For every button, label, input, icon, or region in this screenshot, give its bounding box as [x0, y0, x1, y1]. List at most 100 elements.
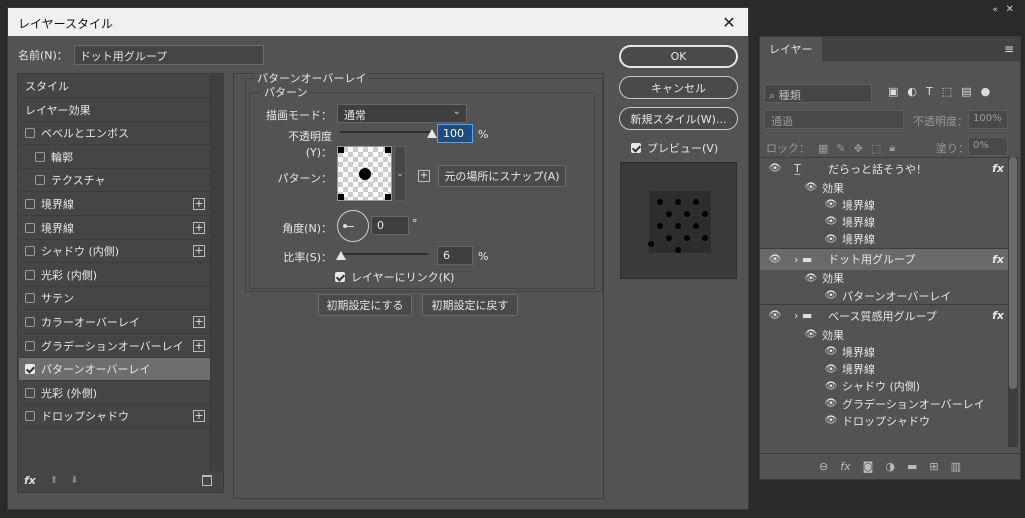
effect-row[interactable]: 👁︎ 境界線	[760, 231, 1008, 248]
scale-slider-thumb[interactable]	[335, 251, 346, 260]
style-item[interactable]: レイヤー効果	[19, 99, 211, 122]
lock-position-icon[interactable]: ✥	[854, 142, 863, 155]
style-item[interactable]: テクスチャ	[19, 169, 211, 193]
move-up-icon[interactable]: ⬆	[50, 475, 58, 486]
effect-row[interactable]: 👁︎ 境界線	[760, 343, 1008, 360]
smart-object-filter-icon[interactable]: ▤	[961, 85, 971, 98]
lock-image-icon[interactable]: ✎	[836, 142, 845, 155]
opacity-input[interactable]: 100	[437, 124, 473, 143]
layer-row[interactable]: 👁︎ › ▬ ドット用グループ fx	[760, 247, 1008, 270]
style-item[interactable]: 光彩 (内側)	[19, 264, 211, 287]
panel-close-icon[interactable]: ✕	[1006, 4, 1014, 15]
adjustment-icon[interactable]: ◑	[885, 460, 895, 473]
name-field[interactable]: ドット用グループ	[73, 45, 264, 65]
scale-slider-track[interactable]	[340, 253, 428, 255]
eye-icon[interactable]: 👁︎	[824, 199, 838, 210]
pattern-picker-chevron-icon[interactable]: ⌄	[394, 146, 406, 201]
effect-row[interactable]: 👁︎ 効果	[760, 270, 1008, 287]
style-item[interactable]: ドロップシャドウ +	[19, 405, 211, 429]
style-item[interactable]: シャドウ (内側) +	[19, 240, 211, 264]
adjustment-filter-icon[interactable]: ◐	[907, 85, 917, 98]
tab-layers[interactable]: レイヤー	[760, 37, 822, 61]
style-item[interactable]: 輪郭	[19, 146, 211, 169]
eye-icon[interactable]: 👁︎	[768, 254, 782, 265]
reset-to-default-button[interactable]: 初期設定に戻す	[422, 294, 518, 316]
pixel-filter-icon[interactable]: ▣	[888, 85, 898, 98]
link-checkbox[interactable]	[335, 272, 345, 282]
fx-badge-icon[interactable]: fx	[992, 253, 1004, 266]
collapse-icon[interactable]: «	[992, 5, 998, 15]
effect-row[interactable]: 👁︎ パターンオーバーレイ	[760, 287, 1008, 304]
folder-icon[interactable]: › ▬	[794, 253, 812, 266]
opacity-slider-thumb[interactable]	[427, 129, 437, 138]
lock-all-icon[interactable]: 🔒︎	[889, 141, 895, 155]
style-item[interactable]: サテン	[19, 287, 211, 311]
effect-row[interactable]: 👁︎ 効果	[760, 326, 1008, 343]
style-checkbox[interactable]	[25, 246, 35, 257]
style-checkbox[interactable]	[25, 411, 35, 422]
folder-icon[interactable]: › ▬	[794, 309, 812, 322]
effect-row[interactable]: 👁︎ 境界線	[760, 196, 1008, 213]
add-effect-icon[interactable]: +	[193, 316, 205, 328]
layer-blend-select[interactable]: 通過	[764, 110, 904, 129]
preview-toggle[interactable]: プレビュー(V)	[631, 140, 718, 156]
ok-button[interactable]: OK	[619, 45, 738, 68]
snap-to-origin-button[interactable]: 元の場所にスナップ(A)	[438, 165, 566, 187]
panel-menu-icon[interactable]: ≡	[1004, 42, 1014, 56]
add-effect-icon[interactable]: +	[193, 410, 205, 423]
trash-icon[interactable]: ▥	[951, 460, 961, 473]
add-effect-icon[interactable]: +	[193, 245, 205, 258]
mask-icon[interactable]: ◙	[863, 460, 874, 473]
angle-dial[interactable]	[337, 210, 369, 242]
cancel-button[interactable]: キャンセル	[619, 76, 738, 99]
folder-icon[interactable]: ▬	[907, 460, 917, 473]
link-with-layer-row[interactable]: レイヤーにリンク(K)	[335, 269, 454, 285]
opacity-slider-track[interactable]	[340, 131, 432, 133]
layer-opacity-field[interactable]: 100%	[968, 110, 1008, 129]
style-item[interactable]: グラデーションオーバーレイ +	[19, 335, 211, 358]
eye-icon[interactable]: 👁︎	[824, 346, 838, 357]
effect-row[interactable]: 👁︎ 境界線	[760, 361, 1008, 378]
eye-icon[interactable]: 👁︎	[824, 290, 838, 301]
effect-row[interactable]: 👁︎ シャドウ (内側)	[760, 378, 1008, 395]
eye-icon[interactable]: 👁︎	[824, 398, 838, 409]
fx-icon[interactable]: fx	[24, 474, 36, 487]
style-checkbox[interactable]	[25, 364, 35, 375]
scale-input[interactable]: 6	[437, 246, 473, 265]
eye-icon[interactable]: 👁︎	[768, 310, 782, 321]
pattern-swatch[interactable]	[337, 146, 392, 201]
style-item[interactable]: ベベルとエンボス	[19, 122, 211, 146]
lock-transparent-icon[interactable]: ▦	[818, 142, 828, 155]
eye-icon[interactable]: 👁︎	[804, 329, 818, 340]
style-item[interactable]: スタイル	[19, 75, 211, 98]
layer-row[interactable]: 👁︎ › ▬ ベース質感用グループ fx	[760, 304, 1008, 326]
style-item[interactable]: 境界線 +	[19, 193, 211, 216]
style-checkbox[interactable]	[25, 269, 35, 280]
effect-row[interactable]: 👁︎ 境界線	[760, 213, 1008, 230]
fx-icon[interactable]: fx	[840, 460, 850, 473]
eye-icon[interactable]: 👁︎	[768, 163, 782, 174]
style-checkbox[interactable]	[25, 222, 35, 233]
type-filter-icon[interactable]: T	[926, 85, 933, 98]
effect-row[interactable]: 👁︎ グラデーションオーバーレイ	[760, 395, 1008, 412]
eye-icon[interactable]: 👁︎	[824, 216, 838, 227]
add-effect-icon[interactable]: +	[193, 198, 205, 210]
text-layer-icon[interactable]: T̲	[794, 162, 801, 175]
shape-filter-icon[interactable]: ⬚	[942, 85, 952, 98]
style-item[interactable]: パターンオーバーレイ	[19, 358, 211, 382]
style-checkbox[interactable]	[25, 387, 35, 398]
style-checkbox[interactable]	[25, 340, 35, 351]
eye-icon[interactable]: 👁︎	[804, 273, 818, 284]
fx-badge-icon[interactable]: fx	[992, 162, 1004, 175]
effect-row[interactable]: 👁︎ ドロップシャドウ	[760, 412, 1008, 429]
fill-field[interactable]: 0%	[968, 137, 1008, 156]
eye-icon[interactable]: 👁︎	[824, 415, 838, 426]
layer-list-scrollbar[interactable]	[1008, 157, 1018, 447]
make-default-button[interactable]: 初期設定にする	[318, 294, 412, 316]
move-down-icon[interactable]: ⬇	[70, 475, 78, 486]
layer-filter-select[interactable]: ⌕ 種類	[764, 84, 872, 103]
style-list-scrollbar[interactable]	[210, 75, 222, 471]
add-effect-icon[interactable]: +	[193, 221, 205, 234]
style-item[interactable]: 境界線 +	[19, 217, 211, 240]
eye-icon[interactable]: 👁︎	[824, 381, 838, 392]
